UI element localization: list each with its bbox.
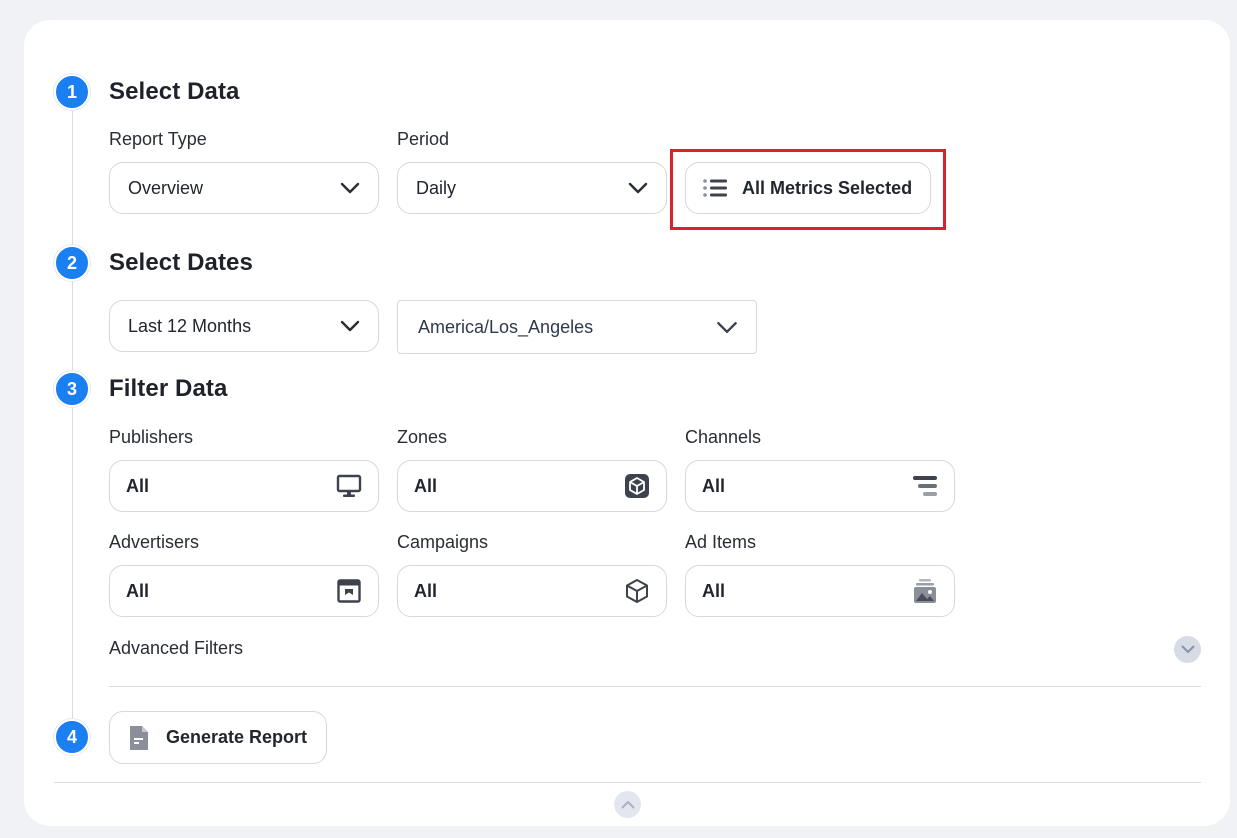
date-range-value: Last 12 Months (128, 315, 252, 336)
channels-label: Channels (685, 427, 762, 447)
channels-filter[interactable]: All (685, 460, 955, 512)
channels-icon (912, 473, 938, 499)
publishers-label: Publishers (109, 427, 194, 447)
metrics-selector-button[interactable]: All Metrics Selected (685, 162, 931, 214)
ad-items-label: Ad Items (685, 532, 757, 552)
cube-filled-icon (624, 473, 650, 499)
advanced-filters-toggle[interactable] (1174, 636, 1201, 663)
chevron-down-icon (340, 182, 360, 194)
advertisers-label: Advertisers (109, 532, 200, 552)
channels-value: All (702, 475, 726, 496)
advertisers-filter[interactable]: All (109, 565, 379, 617)
collapse-panel-button[interactable] (614, 791, 641, 818)
publishers-filter[interactable]: All (109, 460, 379, 512)
generate-report-label: Generate Report (166, 727, 308, 747)
campaigns-label: Campaigns (397, 532, 489, 552)
step-3-title: Filter Data (109, 375, 228, 402)
zones-label: Zones (397, 427, 448, 447)
step-3-badge: 3 (54, 371, 90, 407)
publishers-value: All (126, 475, 150, 496)
monitor-icon (336, 473, 362, 499)
period-value: Daily (416, 177, 457, 198)
step-2-title: Select Dates (109, 249, 253, 276)
step-1-title: Select Data (109, 78, 240, 105)
chevron-down-icon (340, 320, 360, 332)
zones-filter[interactable]: All (397, 460, 667, 512)
ad-items-value: All (702, 580, 726, 601)
timezone-select[interactable]: America/Los_Angeles (397, 300, 757, 354)
image-stack-icon (912, 578, 938, 604)
chevron-down-icon (1181, 645, 1194, 653)
chevron-down-icon (717, 321, 737, 333)
ad-items-filter[interactable]: All (685, 565, 955, 617)
generate-report-button[interactable]: Generate Report (109, 711, 327, 764)
metrics-selector-label: All Metrics Selected (742, 177, 913, 198)
campaigns-value: All (414, 580, 438, 601)
period-label: Period (397, 129, 450, 149)
section-divider (109, 686, 1201, 687)
report-type-select[interactable]: Overview (109, 162, 379, 214)
date-range-select[interactable]: Last 12 Months (109, 300, 379, 352)
chevron-down-icon (628, 182, 648, 194)
advertisers-value: All (126, 580, 150, 601)
footer-divider (54, 782, 1201, 783)
timezone-value: America/Los_Angeles (418, 316, 594, 337)
campaigns-filter[interactable]: All (397, 565, 667, 617)
step-2-badge: 2 (54, 245, 90, 281)
report-type-value: Overview (128, 177, 204, 198)
period-select[interactable]: Daily (397, 162, 667, 214)
document-icon (130, 725, 148, 750)
step-1-badge: 1 (54, 74, 90, 110)
steps-timeline (72, 92, 73, 736)
storefront-icon (336, 578, 362, 604)
step-4-badge: 4 (54, 719, 90, 755)
zones-value: All (414, 475, 438, 496)
cube-outline-icon (624, 578, 650, 604)
chevron-up-icon (621, 801, 634, 809)
report-type-label: Report Type (109, 129, 207, 149)
advanced-filters-label[interactable]: Advanced Filters (109, 638, 243, 659)
list-icon (703, 179, 727, 197)
